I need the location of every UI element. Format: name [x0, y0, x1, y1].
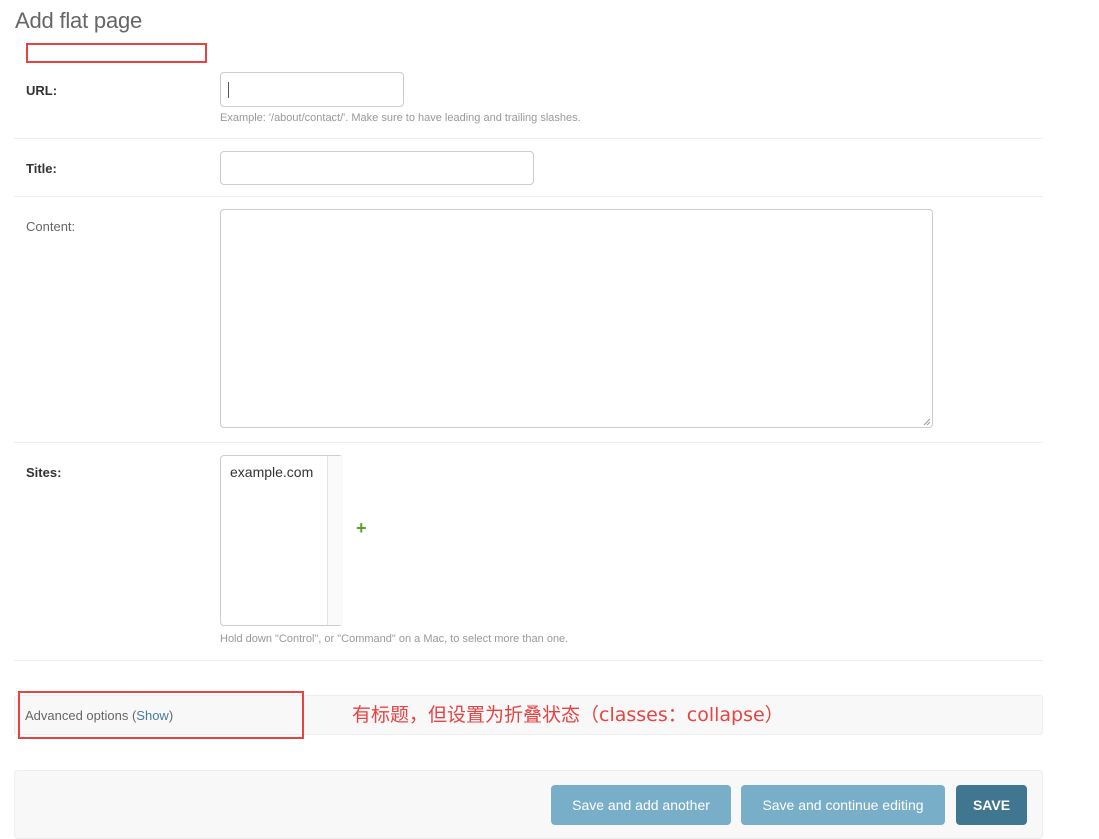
save-and-continue-button[interactable]: Save and continue editing: [741, 785, 945, 825]
form-row-content: Content:: [14, 197, 1043, 443]
page-title: Add flat page: [15, 8, 143, 33]
resize-handle-icon[interactable]: [923, 418, 931, 426]
title-input[interactable]: [220, 151, 534, 185]
sites-select[interactable]: example.com: [220, 455, 343, 626]
content-textarea[interactable]: [220, 209, 933, 428]
sites-option[interactable]: example.com: [230, 464, 313, 480]
save-and-add-another-button[interactable]: Save and add another: [551, 785, 731, 825]
annotation-highlight-advanced: [18, 691, 304, 739]
title-label: Title:: [26, 161, 57, 176]
form-row-url: URL: Example: '/about/contact/'. Make su…: [14, 60, 1043, 139]
form-row-title: Title:: [14, 139, 1043, 197]
text-caret: [228, 82, 229, 98]
annotation-note: 有标题，但设置为折叠状态（classes：collapse）: [352, 704, 784, 726]
sites-label: Sites:: [26, 465, 62, 480]
sites-help-text: Hold down "Control", or "Command" on a M…: [220, 633, 569, 645]
select-scrollbar[interactable]: [327, 456, 343, 625]
submit-row: Save and add another Save and continue e…: [14, 770, 1043, 839]
url-help-text: Example: '/about/contact/'. Make sure to…: [220, 112, 581, 124]
url-input[interactable]: [220, 72, 404, 107]
url-label: URL:: [26, 83, 58, 98]
form-row-sites: Sites: example.com + Hold down "Control"…: [14, 443, 1043, 661]
content-label: Content:: [26, 219, 76, 234]
save-button[interactable]: SAVE: [956, 785, 1027, 825]
add-site-icon[interactable]: +: [356, 518, 367, 539]
